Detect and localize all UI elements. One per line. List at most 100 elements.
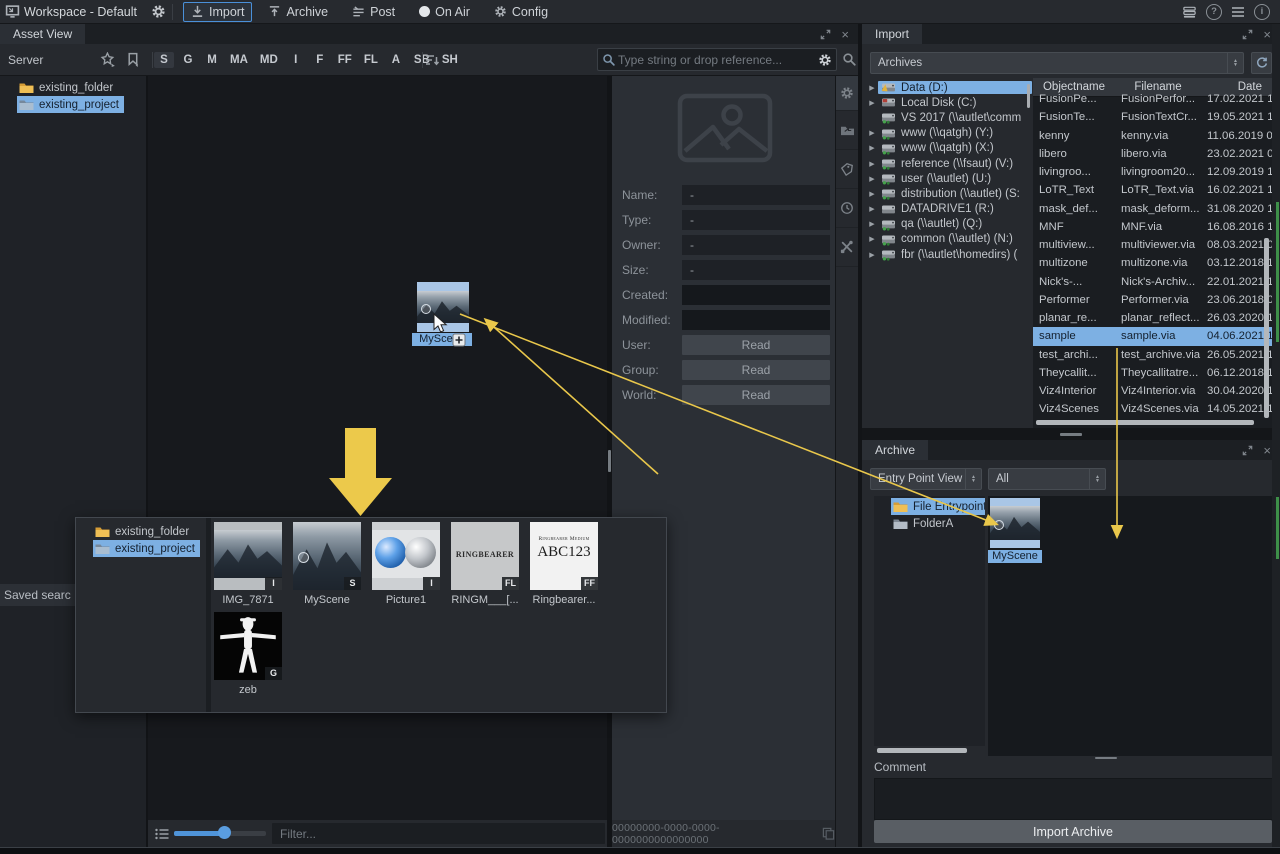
sync-star-icon[interactable] xyxy=(100,52,117,67)
workspace-settings-gear-icon[interactable] xyxy=(151,4,166,19)
thumbnail-size-slider-thumb[interactable] xyxy=(218,826,231,839)
nav-config-button[interactable]: Config xyxy=(486,2,556,22)
entrypoint-view-combobox[interactable]: Entry Point View ▲▼ xyxy=(870,468,982,490)
drive-local-disk-c[interactable]: ▶Local Disk (C:) xyxy=(866,95,1032,110)
expander-icon[interactable]: ▶ xyxy=(866,235,878,243)
import-expand-icon[interactable] xyxy=(1241,28,1254,41)
archive-close-icon[interactable]: × xyxy=(1263,443,1271,458)
archive-tree-item-file-entrypoint[interactable]: File Entrypoint xyxy=(891,498,985,515)
drive-www-qatgh-y[interactable]: ▶www (\\qatgh) (Y:) xyxy=(866,126,1032,141)
expander-icon[interactable]: ▶ xyxy=(866,144,878,152)
splitter-handle[interactable] xyxy=(608,450,611,472)
panel-close-icon[interactable]: × xyxy=(841,27,849,42)
search-settings-gear-icon[interactable] xyxy=(818,53,832,67)
type-filter-combobox[interactable]: All ▲▼ xyxy=(988,468,1106,490)
expander-icon[interactable]: ▶ xyxy=(866,190,878,198)
expander-icon[interactable]: ▶ xyxy=(866,205,878,213)
group-rights-button[interactable]: Read xyxy=(682,360,830,380)
source-combobox[interactable]: Archives ▲▼ xyxy=(870,52,1244,74)
expander-icon[interactable]: ▶ xyxy=(866,99,878,107)
drive-datadrive1-r[interactable]: ▶DATADRIVE1 (R:) xyxy=(866,202,1032,217)
asset-tile-myscene[interactable]: SMyScene xyxy=(289,522,365,606)
asset-tile-picture1[interactable]: IPicture1 xyxy=(368,522,444,606)
drive-www-qatgh-x[interactable]: ▶www (\\qatgh) (X:) xyxy=(866,141,1032,156)
menu-icon[interactable] xyxy=(1231,6,1245,18)
type-filter-m[interactable]: M xyxy=(202,52,222,68)
import-archive-button[interactable]: Import Archive xyxy=(874,820,1272,843)
archive-row-viz4scenes[interactable]: Viz4ScenesViz4Scenes.via14.05.2021 1 xyxy=(1033,400,1272,418)
history-clock-icon[interactable] xyxy=(836,189,858,228)
type-filter-a[interactable]: A xyxy=(386,52,406,68)
user-rights-button[interactable]: Read xyxy=(682,335,830,355)
tab-archive[interactable]: Archive xyxy=(862,440,928,460)
type-filter-ma[interactable]: MA xyxy=(226,52,252,68)
tree-scrollbar-thumb[interactable] xyxy=(1027,84,1030,108)
archive-row-sample[interactable]: samplesample.via04.06.2021 1 xyxy=(1033,327,1272,345)
combobox-spinner-icon[interactable]: ▲▼ xyxy=(965,469,981,489)
splitter-left[interactable] xyxy=(146,76,148,847)
help-icon[interactable]: ? xyxy=(1206,4,1222,20)
drive-qa-autlet-q[interactable]: ▶qa (\\autlet) (Q:) xyxy=(866,217,1032,232)
sort-icon[interactable] xyxy=(424,53,440,67)
combobox-spinner-icon[interactable]: ▲▼ xyxy=(1089,469,1105,489)
copy-uuid-icon[interactable] xyxy=(822,827,835,840)
archive-content-pane[interactable]: MyScene xyxy=(988,496,1272,756)
drive-common-autlet-n[interactable]: ▶common (\\autlet) (N:) xyxy=(866,232,1032,247)
server-tree-item-existing-project[interactable]: existing_project xyxy=(17,96,124,113)
list-view-icon[interactable] xyxy=(154,827,170,841)
asset-item-myscene[interactable] xyxy=(417,282,469,332)
table-hscrollbar-thumb[interactable] xyxy=(1036,420,1254,425)
nav-import-button[interactable]: Import xyxy=(183,2,252,22)
archive-row-theycallit[interactable]: Theycallit...Theycallitatre...06.12.2018… xyxy=(1033,364,1272,382)
nav-onair-button[interactable]: On Air xyxy=(411,2,478,22)
tab-asset-view[interactable]: Asset View xyxy=(0,24,85,44)
archive-row-livingroo[interactable]: livingroo...livingroom20...12.09.2019 1 xyxy=(1033,163,1272,181)
archive-row-multiview[interactable]: multiview...multiviewer.via08.03.2021 0 xyxy=(1033,236,1272,254)
archive-row-fusionpe[interactable]: FusionPe...FusionPerfor...17.02.2021 1 xyxy=(1033,90,1272,108)
expander-icon[interactable]: ▶ xyxy=(866,84,878,92)
type-filter-md[interactable]: MD xyxy=(256,52,282,68)
advanced-search-icon[interactable] xyxy=(842,52,857,67)
archive-row-viz4interior[interactable]: Viz4InteriorViz4Interior.via30.04.2020 1 xyxy=(1033,382,1272,400)
combobox-spinner-icon[interactable]: ▲▼ xyxy=(1227,53,1243,73)
asset-item-label-myscene[interactable]: MyScene xyxy=(412,333,472,346)
archive-item-label-myscene[interactable]: MyScene xyxy=(988,550,1042,563)
drive-reference-fsaut-v[interactable]: ▶reference (\\fsaut) (V:) xyxy=(866,156,1032,171)
expander-icon[interactable]: ▶ xyxy=(866,160,878,168)
type-filter-g[interactable]: G xyxy=(178,52,198,68)
drive-vs-2017-autlet-comm[interactable]: VS 2017 (\\autlet\comm xyxy=(866,110,1032,125)
splitter-archive-comment[interactable] xyxy=(1095,757,1117,759)
archive-tree-item-foldera[interactable]: FolderA xyxy=(891,515,958,532)
archive-tree-hscrollbar[interactable] xyxy=(877,748,967,753)
table-vscrollbar-thumb[interactable] xyxy=(1264,238,1269,418)
asset-tile-ringm[interactable]: RINGBEARERFLRINGM___[... xyxy=(447,522,523,606)
archive-row-nick-s[interactable]: Nick's-...Nick's-Archiv...22.01.2021 1 xyxy=(1033,273,1272,291)
archive-row-multizone[interactable]: multizonemultizone.via03.12.2018 1 xyxy=(1033,254,1272,272)
type-filter-sh[interactable]: SH xyxy=(438,52,462,68)
tools-icon[interactable] xyxy=(836,228,858,267)
server-source-label[interactable]: Server xyxy=(8,53,43,67)
nav-post-button[interactable]: Post xyxy=(344,2,403,22)
asset-tile-img-7871[interactable]: IIMG_7871 xyxy=(210,522,286,606)
archive-row-kenny[interactable]: kennykenny.via11.06.2019 0 xyxy=(1033,127,1272,145)
archive-row-mask-def[interactable]: mask_def...mask_deform...31.08.2020 1 xyxy=(1033,200,1272,218)
expander-icon[interactable]: ▶ xyxy=(866,175,878,183)
drive-fbr-autlet-homedirs[interactable]: ▶fbr (\\autlet\homedirs) ( xyxy=(866,247,1032,262)
asset-tile-ringbearer[interactable]: Ringbearer MediumABC123FFRingbearer... xyxy=(526,522,602,606)
expander-icon[interactable]: ▶ xyxy=(866,129,878,137)
archive-row-lotr-text[interactable]: LoTR_TextLoTR_Text.via16.02.2021 1 xyxy=(1033,181,1272,199)
expander-icon[interactable]: ▶ xyxy=(866,251,878,259)
refresh-icon[interactable] xyxy=(1251,52,1272,74)
archive-row-libero[interactable]: liberolibero.via23.02.2021 0 xyxy=(1033,145,1272,163)
type-filter-fl[interactable]: FL xyxy=(360,52,382,68)
bookmark-icon[interactable] xyxy=(126,52,141,67)
folder-link-icon[interactable] xyxy=(836,111,858,150)
archive-item-myscene[interactable] xyxy=(990,498,1040,548)
archive-row-performer[interactable]: PerformerPerformer.via23.06.2018 0 xyxy=(1033,291,1272,309)
properties-gears-icon[interactable] xyxy=(836,76,858,111)
workspace-label[interactable]: Workspace - Default xyxy=(24,5,137,19)
archive-row-fusionte[interactable]: FusionTe...FusionTextCr...19.05.2021 1 xyxy=(1033,108,1272,126)
type-filter-ff[interactable]: FF xyxy=(334,52,356,68)
comment-input[interactable] xyxy=(874,778,1278,820)
archive-row-test-archi[interactable]: test_archi...test_archive.via26.05.2021 … xyxy=(1033,346,1272,364)
